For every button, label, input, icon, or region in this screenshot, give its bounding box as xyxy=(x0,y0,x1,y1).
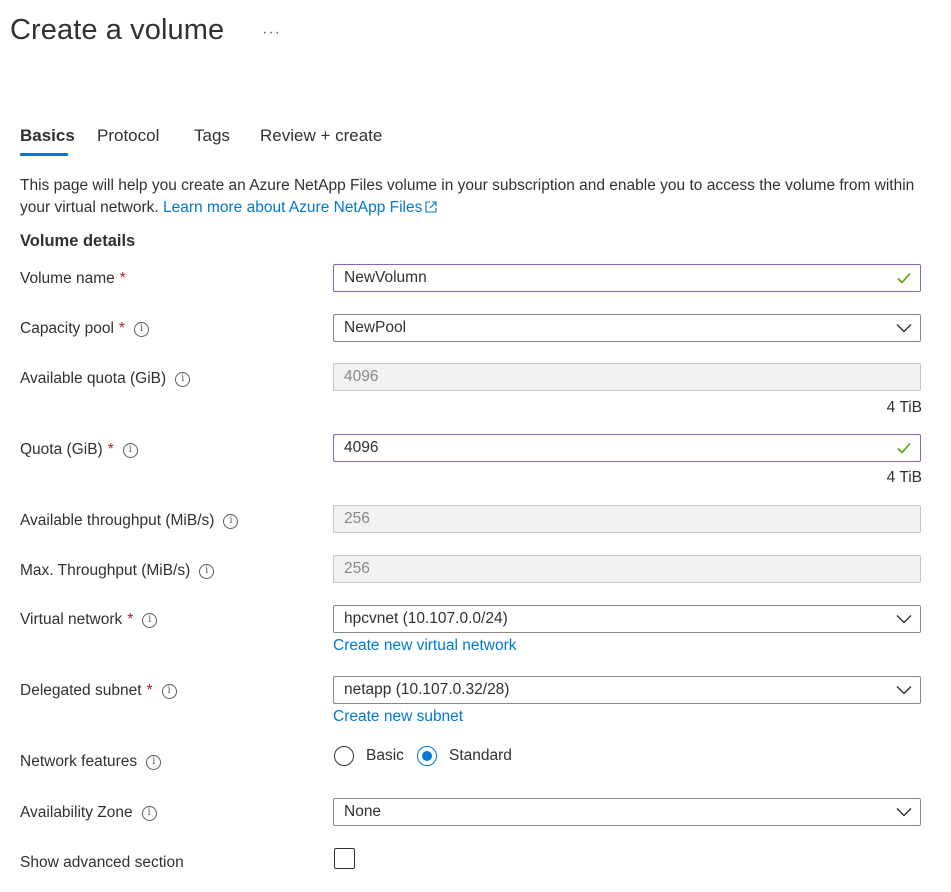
info-icon[interactable]: i xyxy=(161,683,177,699)
learn-more-link-label: Learn more about Azure NetApp Files xyxy=(163,199,423,216)
active-tab-indicator xyxy=(20,153,68,156)
volume-name-label-text: Volume name xyxy=(20,270,115,287)
info-icon[interactable]: i xyxy=(142,612,158,628)
chevron-down-icon xyxy=(896,686,912,695)
show-advanced-label-text: Show advanced section xyxy=(20,854,184,871)
info-icon[interactable]: i xyxy=(146,754,162,770)
available-throughput-label: Available throughput (MiB/s) i xyxy=(20,512,239,530)
quota-label: Quota (GiB) * i xyxy=(20,441,138,459)
available-quota-label: Available quota (GiB) i xyxy=(20,370,191,388)
available-quota-field: 4096 xyxy=(333,363,921,391)
info-icon[interactable]: i xyxy=(175,371,191,387)
quota-input[interactable]: 4096 xyxy=(333,434,921,462)
volume-name-label: Volume name * xyxy=(20,270,126,288)
info-icon[interactable]: i xyxy=(223,513,239,529)
availability-zone-select[interactable]: None xyxy=(333,798,921,826)
available-quota-label-text: Available quota (GiB) xyxy=(20,370,167,387)
more-actions-button[interactable]: ··· xyxy=(262,24,281,42)
radio-basic[interactable]: Basic xyxy=(334,746,404,766)
show-advanced-label: Show advanced section xyxy=(20,854,184,872)
quota-label-text: Quota (GiB) xyxy=(20,441,103,458)
delegated-subnet-label: Delegated subnet * i xyxy=(20,682,177,700)
volume-name-value: NewVolumn xyxy=(344,269,427,286)
network-features-label: Network features i xyxy=(20,753,162,771)
intro-text: This page will help you create an Azure … xyxy=(20,175,925,219)
radio-basic-label: Basic xyxy=(366,747,404,764)
max-throughput-value: 256 xyxy=(344,560,370,577)
quota-hint: 4 TiB xyxy=(886,469,922,486)
tab-review-create[interactable]: Review + create xyxy=(260,126,382,146)
available-throughput-value: 256 xyxy=(344,510,370,527)
tab-protocol[interactable]: Protocol xyxy=(97,126,159,146)
available-quota-value: 4096 xyxy=(344,368,379,385)
radio-standard[interactable]: Standard xyxy=(417,746,512,766)
radio-circle[interactable] xyxy=(334,746,354,766)
info-icon[interactable]: i xyxy=(141,805,157,821)
availability-zone-label-text: Availability Zone xyxy=(20,804,133,821)
intro-description: This page will help you create an Azure … xyxy=(20,177,915,216)
delegated-subnet-value: netapp (10.107.0.32/28) xyxy=(344,681,510,698)
required-marker: * xyxy=(127,611,134,628)
chevron-down-icon xyxy=(896,324,912,333)
quota-value: 4096 xyxy=(344,439,379,456)
create-virtual-network-link[interactable]: Create new virtual network xyxy=(333,637,517,655)
required-marker: * xyxy=(119,270,126,287)
virtual-network-value: hpcvnet (10.107.0.0/24) xyxy=(344,610,508,627)
section-title: Volume details xyxy=(20,232,136,250)
available-throughput-field: 256 xyxy=(333,505,921,533)
availability-zone-value: None xyxy=(344,803,382,820)
info-icon[interactable]: i xyxy=(122,442,138,458)
delegated-subnet-select[interactable]: netapp (10.107.0.32/28) xyxy=(333,676,921,704)
virtual-network-label-text: Virtual network xyxy=(20,611,123,628)
radio-standard-label: Standard xyxy=(449,747,512,764)
check-icon xyxy=(897,442,911,454)
available-quota-hint: 4 TiB xyxy=(886,399,922,416)
tab-tags[interactable]: Tags xyxy=(194,126,230,146)
external-link-icon xyxy=(425,201,437,213)
required-marker: * xyxy=(146,682,153,699)
available-throughput-label-text: Available throughput (MiB/s) xyxy=(20,512,215,529)
check-icon xyxy=(897,272,911,284)
max-throughput-label-text: Max. Throughput (MiB/s) xyxy=(20,562,191,579)
info-icon[interactable]: i xyxy=(133,321,149,337)
volume-name-input[interactable]: NewVolumn xyxy=(333,264,921,292)
required-marker: * xyxy=(118,320,125,337)
show-advanced-checkbox[interactable] xyxy=(334,848,355,869)
create-subnet-link[interactable]: Create new subnet xyxy=(333,708,463,726)
page-title: Create a volume xyxy=(10,14,225,46)
info-icon[interactable]: i xyxy=(199,563,215,579)
capacity-pool-select[interactable]: NewPool xyxy=(333,314,921,342)
network-features-label-text: Network features xyxy=(20,753,138,770)
delegated-subnet-label-text: Delegated subnet xyxy=(20,682,142,699)
capacity-pool-value: NewPool xyxy=(344,319,407,336)
virtual-network-label: Virtual network * i xyxy=(20,611,158,629)
capacity-pool-label: Capacity pool * i xyxy=(20,320,149,338)
tab-basics[interactable]: Basics xyxy=(20,126,75,146)
chevron-down-icon xyxy=(896,808,912,817)
capacity-pool-label-text: Capacity pool xyxy=(20,320,114,337)
required-marker: * xyxy=(107,441,114,458)
radio-circle-selected[interactable] xyxy=(417,746,437,766)
max-throughput-field: 256 xyxy=(333,555,921,583)
chevron-down-icon xyxy=(896,615,912,624)
virtual-network-select[interactable]: hpcvnet (10.107.0.0/24) xyxy=(333,605,921,633)
learn-more-link[interactable]: Learn more about Azure NetApp Files xyxy=(163,199,437,216)
availability-zone-label: Availability Zone i xyxy=(20,804,157,822)
max-throughput-label: Max. Throughput (MiB/s) i xyxy=(20,562,215,580)
